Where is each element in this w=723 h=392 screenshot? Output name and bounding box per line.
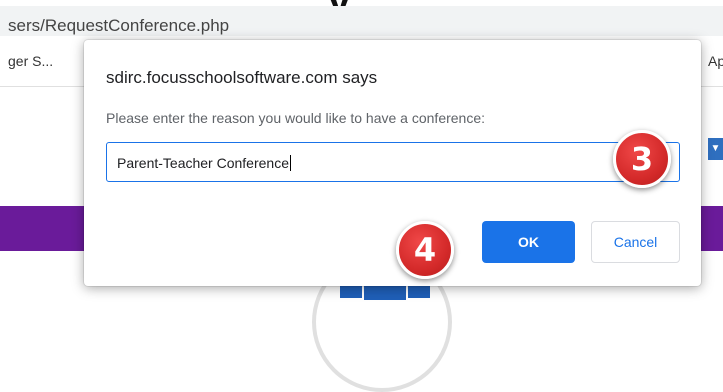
ok-button[interactable]: OK	[482, 221, 575, 263]
reason-input[interactable]: Parent-Teacher Conference	[106, 142, 680, 182]
text-caret	[290, 155, 291, 171]
step-3-marker: 3	[613, 130, 671, 188]
url-text: sers/RequestConference.php	[8, 16, 230, 35]
reason-input-value: Parent-Teacher Conference	[117, 155, 291, 171]
bookmark-item[interactable]: ger S...	[8, 53, 53, 69]
dialog-title: sdirc.focusschoolsoftware.com says	[106, 68, 378, 87]
prompt-dialog: sdirc.focusschoolsoftware.com says Pleas…	[84, 40, 701, 286]
dialog-message: Please enter the reason you would like t…	[106, 110, 486, 126]
step-4-marker: 4	[396, 221, 454, 279]
address-bar[interactable]: sers/RequestConference.php	[0, 6, 723, 36]
dropdown-arrow-icon[interactable]: ▼	[708, 138, 723, 160]
bookmark-item[interactable]: Ap	[708, 53, 723, 69]
cancel-button[interactable]: Cancel	[591, 221, 680, 263]
